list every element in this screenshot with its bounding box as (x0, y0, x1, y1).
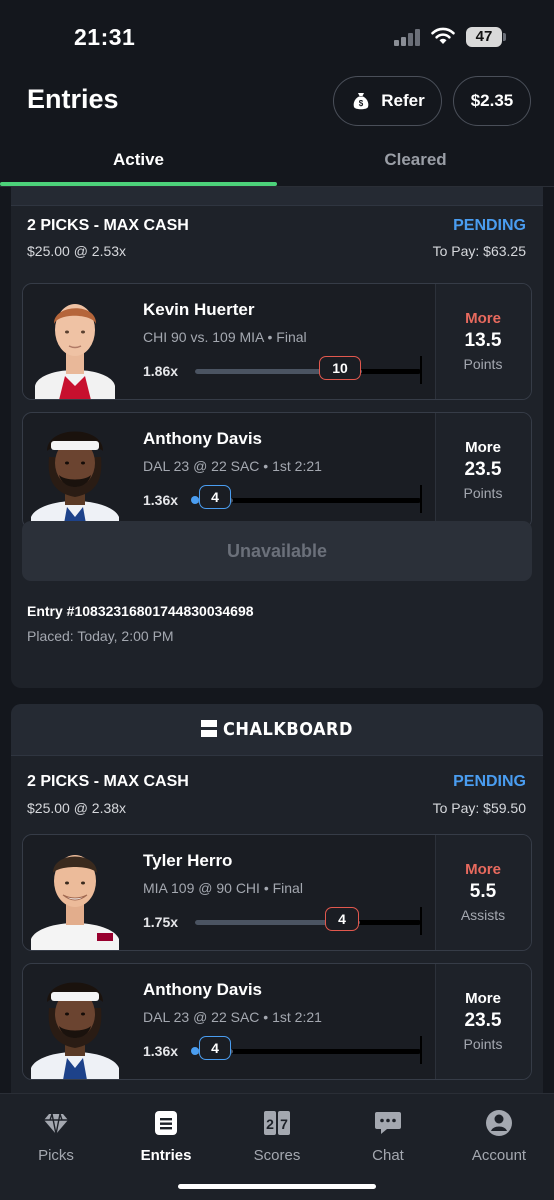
pick-direction: More (465, 990, 501, 1007)
entry-id: Entry #1083231680174483003469​8 (27, 603, 254, 619)
status-bar: 21:31 47 (0, 0, 554, 70)
pick-card[interactable]: Anthony Davis DAL 23 @ 22 SAC • 1st 2:21… (22, 963, 532, 1080)
progress-track (195, 920, 421, 925)
player-name: Tyler Herro (143, 851, 233, 870)
current-stat-bubble: 4 (199, 485, 231, 509)
stat-type: Points (463, 356, 503, 372)
projection-line: 5.5 (469, 881, 497, 902)
wifi-icon (431, 27, 455, 44)
entry-to-pay: To Pay: $59.50 (432, 800, 526, 816)
pick-multiplier: 1.36x (143, 1043, 179, 1059)
nav-label: Picks (38, 1147, 74, 1164)
entry-stake: $25.00 @ 2.53x (27, 243, 127, 259)
nav-label: Entries (140, 1147, 192, 1164)
entry-stake: $25.00 @ 2.38x (27, 800, 127, 816)
pick-multiplier: 1.36x (143, 492, 179, 508)
progress-line-marker (420, 1036, 422, 1064)
pick-direction: More (465, 861, 501, 878)
pick-multiplier: 1.75x (143, 914, 179, 930)
battery-icon: 47 (466, 27, 502, 47)
unavailable-button[interactable]: Unavailable (22, 521, 532, 581)
player-avatar (23, 290, 127, 399)
progress-line-marker (420, 485, 422, 513)
player-avatar (23, 419, 127, 528)
money-bag-icon: $ (353, 93, 369, 110)
progress-line-marker (420, 356, 422, 384)
current-stat-bubble: 4 (325, 907, 359, 931)
player-avatar (23, 970, 127, 1079)
account-icon (486, 1110, 512, 1136)
balance-button[interactable]: $2.35 (453, 76, 531, 126)
player-name: Anthony Davis (143, 429, 263, 448)
current-stat-bubble: 4 (199, 1036, 231, 1060)
progress-line-marker (420, 907, 422, 935)
nav-label: Scores (253, 1147, 301, 1164)
diamond-icon (44, 1113, 68, 1135)
refer-button[interactable]: $ Refer (333, 76, 442, 126)
svg-text:7: 7 (280, 1116, 288, 1132)
chalkboard-logo-icon (201, 719, 218, 740)
entry-type: 2 PICKS - MAX CASH (27, 773, 189, 790)
player-avatar (23, 841, 127, 950)
progress-dot (191, 1047, 199, 1055)
tab-active[interactable]: Active (0, 150, 277, 170)
pick-card[interactable]: Tyler Herro MIA 109 @ 90 CHI • Final 1.7… (22, 834, 532, 951)
battery-tip (503, 33, 506, 41)
brand-name: CHALKBOARD (223, 719, 353, 740)
svg-text:2: 2 (266, 1116, 274, 1132)
nav-label: Chat (372, 1147, 404, 1164)
entries-list[interactable]: 2 PICKS - MAX CASH PENDING $25.00 @ 2.53… (0, 187, 554, 1093)
pick-direction: More (465, 310, 501, 327)
cellular-signal-icon (394, 28, 422, 46)
player-name: Anthony Davis (143, 980, 263, 999)
home-indicator (178, 1184, 376, 1189)
game-info: DAL 23 @ 22 SAC • 1st 2:21 (143, 458, 322, 474)
progress-track (195, 369, 421, 374)
projection-line: 23.5 (464, 1010, 502, 1031)
tab-cleared[interactable]: Cleared (277, 150, 554, 170)
chat-icon (375, 1112, 401, 1134)
svg-text:$: $ (359, 99, 364, 108)
stat-type: Assists (460, 907, 506, 923)
page-title: Entries (27, 84, 119, 114)
pick-card[interactable]: Anthony Davis DAL 23 @ 22 SAC • 1st 2:21… (22, 412, 532, 529)
chalkboard-banner: CHALKBOARD (11, 704, 543, 756)
progress-dot (191, 496, 199, 504)
player-name: Kevin Huerter (143, 300, 255, 319)
entry-card[interactable]: CHALKBOARD 2 PICKS - MAX CASH PENDING $2… (11, 704, 543, 1093)
entry-placed-time: Placed: Today, 2:00 PM (27, 628, 174, 644)
pick-direction: More (465, 439, 501, 456)
current-stat-bubble: 10 (319, 356, 361, 380)
game-info: CHI 90 vs. 109 MIA • Final (143, 329, 307, 345)
game-info: MIA 109 @ 90 CHI • Final (143, 880, 303, 896)
entry-type: 2 PICKS - MAX CASH (27, 217, 189, 234)
list-icon (155, 1111, 177, 1135)
game-info: DAL 23 @ 22 SAC • 1st 2:21 (143, 1009, 322, 1025)
status-badge: PENDING (453, 773, 526, 790)
scoreboard-icon: 2 7 (264, 1111, 290, 1135)
pick-multiplier: 1.86x (143, 363, 179, 379)
nav-label: Account (471, 1147, 527, 1164)
projection-line: 13.5 (464, 330, 502, 351)
refer-label: Refer (381, 91, 425, 110)
projection-line: 23.5 (464, 459, 502, 480)
stat-type: Points (463, 1036, 503, 1052)
status-time: 21:31 (74, 24, 136, 50)
card-header-strip (11, 187, 543, 206)
pick-card[interactable]: Kevin Huerter CHI 90 vs. 109 MIA • Final… (22, 283, 532, 400)
entry-card[interactable]: 2 PICKS - MAX CASH PENDING $25.00 @ 2.53… (11, 187, 543, 688)
entry-to-pay: To Pay: $63.25 (432, 243, 526, 259)
status-badge: PENDING (453, 217, 526, 234)
stat-type: Points (463, 485, 503, 501)
